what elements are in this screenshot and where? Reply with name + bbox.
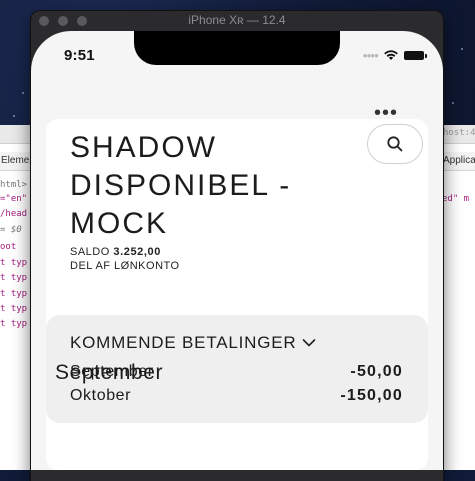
balance-value: 3.252,00 [113, 246, 161, 258]
devtools-address: host:4 [443, 128, 475, 138]
search-button[interactable] [367, 124, 423, 164]
payment-row[interactable]: Oktober -150,00 [70, 387, 403, 409]
code-line: t typ [0, 258, 28, 268]
chevron-down-icon [303, 339, 316, 347]
star [22, 92, 24, 94]
code-line: /head [0, 209, 28, 219]
code-line: = $0 [0, 225, 22, 235]
code-line: html> [0, 180, 28, 190]
code-line: ="en" [0, 194, 28, 204]
account-card: SHADOW DISPONIBEL - MOCK SALDO 3.252,00 … [46, 119, 428, 470]
code-line: t typ [0, 319, 28, 329]
upcoming-payments-toggle[interactable]: KOMMENDE BETALINGER [70, 333, 316, 353]
signal-icon: ●●●● [362, 50, 379, 60]
payment-month: Oktober [70, 387, 132, 404]
phone-screen: 9:51 ●●●● ••• SHADOW DISPONIBEL - MOCK S… [31, 31, 443, 470]
payment-amount: -150,00 [340, 387, 403, 404]
month-section-heading: September [55, 361, 164, 384]
simulator-title: iPhone Xʀ — 12.4 [188, 13, 286, 27]
device-notch [134, 31, 340, 65]
star [452, 102, 454, 104]
account-title: SHADOW DISPONIBEL - MOCK [70, 131, 292, 240]
code-line: oot [0, 242, 17, 252]
more-dots-icon[interactable]: ••• [374, 103, 398, 123]
devtools-tab-elements[interactable]: Eleme [1, 155, 29, 166]
search-icon [387, 136, 403, 152]
star [461, 48, 463, 50]
wifi-icon [384, 50, 398, 60]
status-time: 9:51 [64, 47, 95, 64]
devtools-tab-application[interactable]: Applica [443, 155, 475, 166]
status-icons: ●●●● [362, 47, 427, 63]
code-line: ed" m [442, 194, 470, 204]
code-line: t typ [0, 273, 28, 283]
balance-block: SALDO 3.252,00 DEL AF LØNKONTO [70, 245, 180, 273]
balance-label: SALDO [70, 246, 110, 258]
star [13, 115, 15, 117]
code-line: t typ [0, 289, 28, 299]
battery-icon [404, 50, 427, 60]
account-subtitle: DEL AF LØNKONTO [70, 260, 180, 272]
code-line: t typ [0, 304, 28, 314]
upcoming-payments-title: KOMMENDE BETALINGER [70, 333, 297, 352]
payment-amount: -50,00 [350, 363, 403, 380]
